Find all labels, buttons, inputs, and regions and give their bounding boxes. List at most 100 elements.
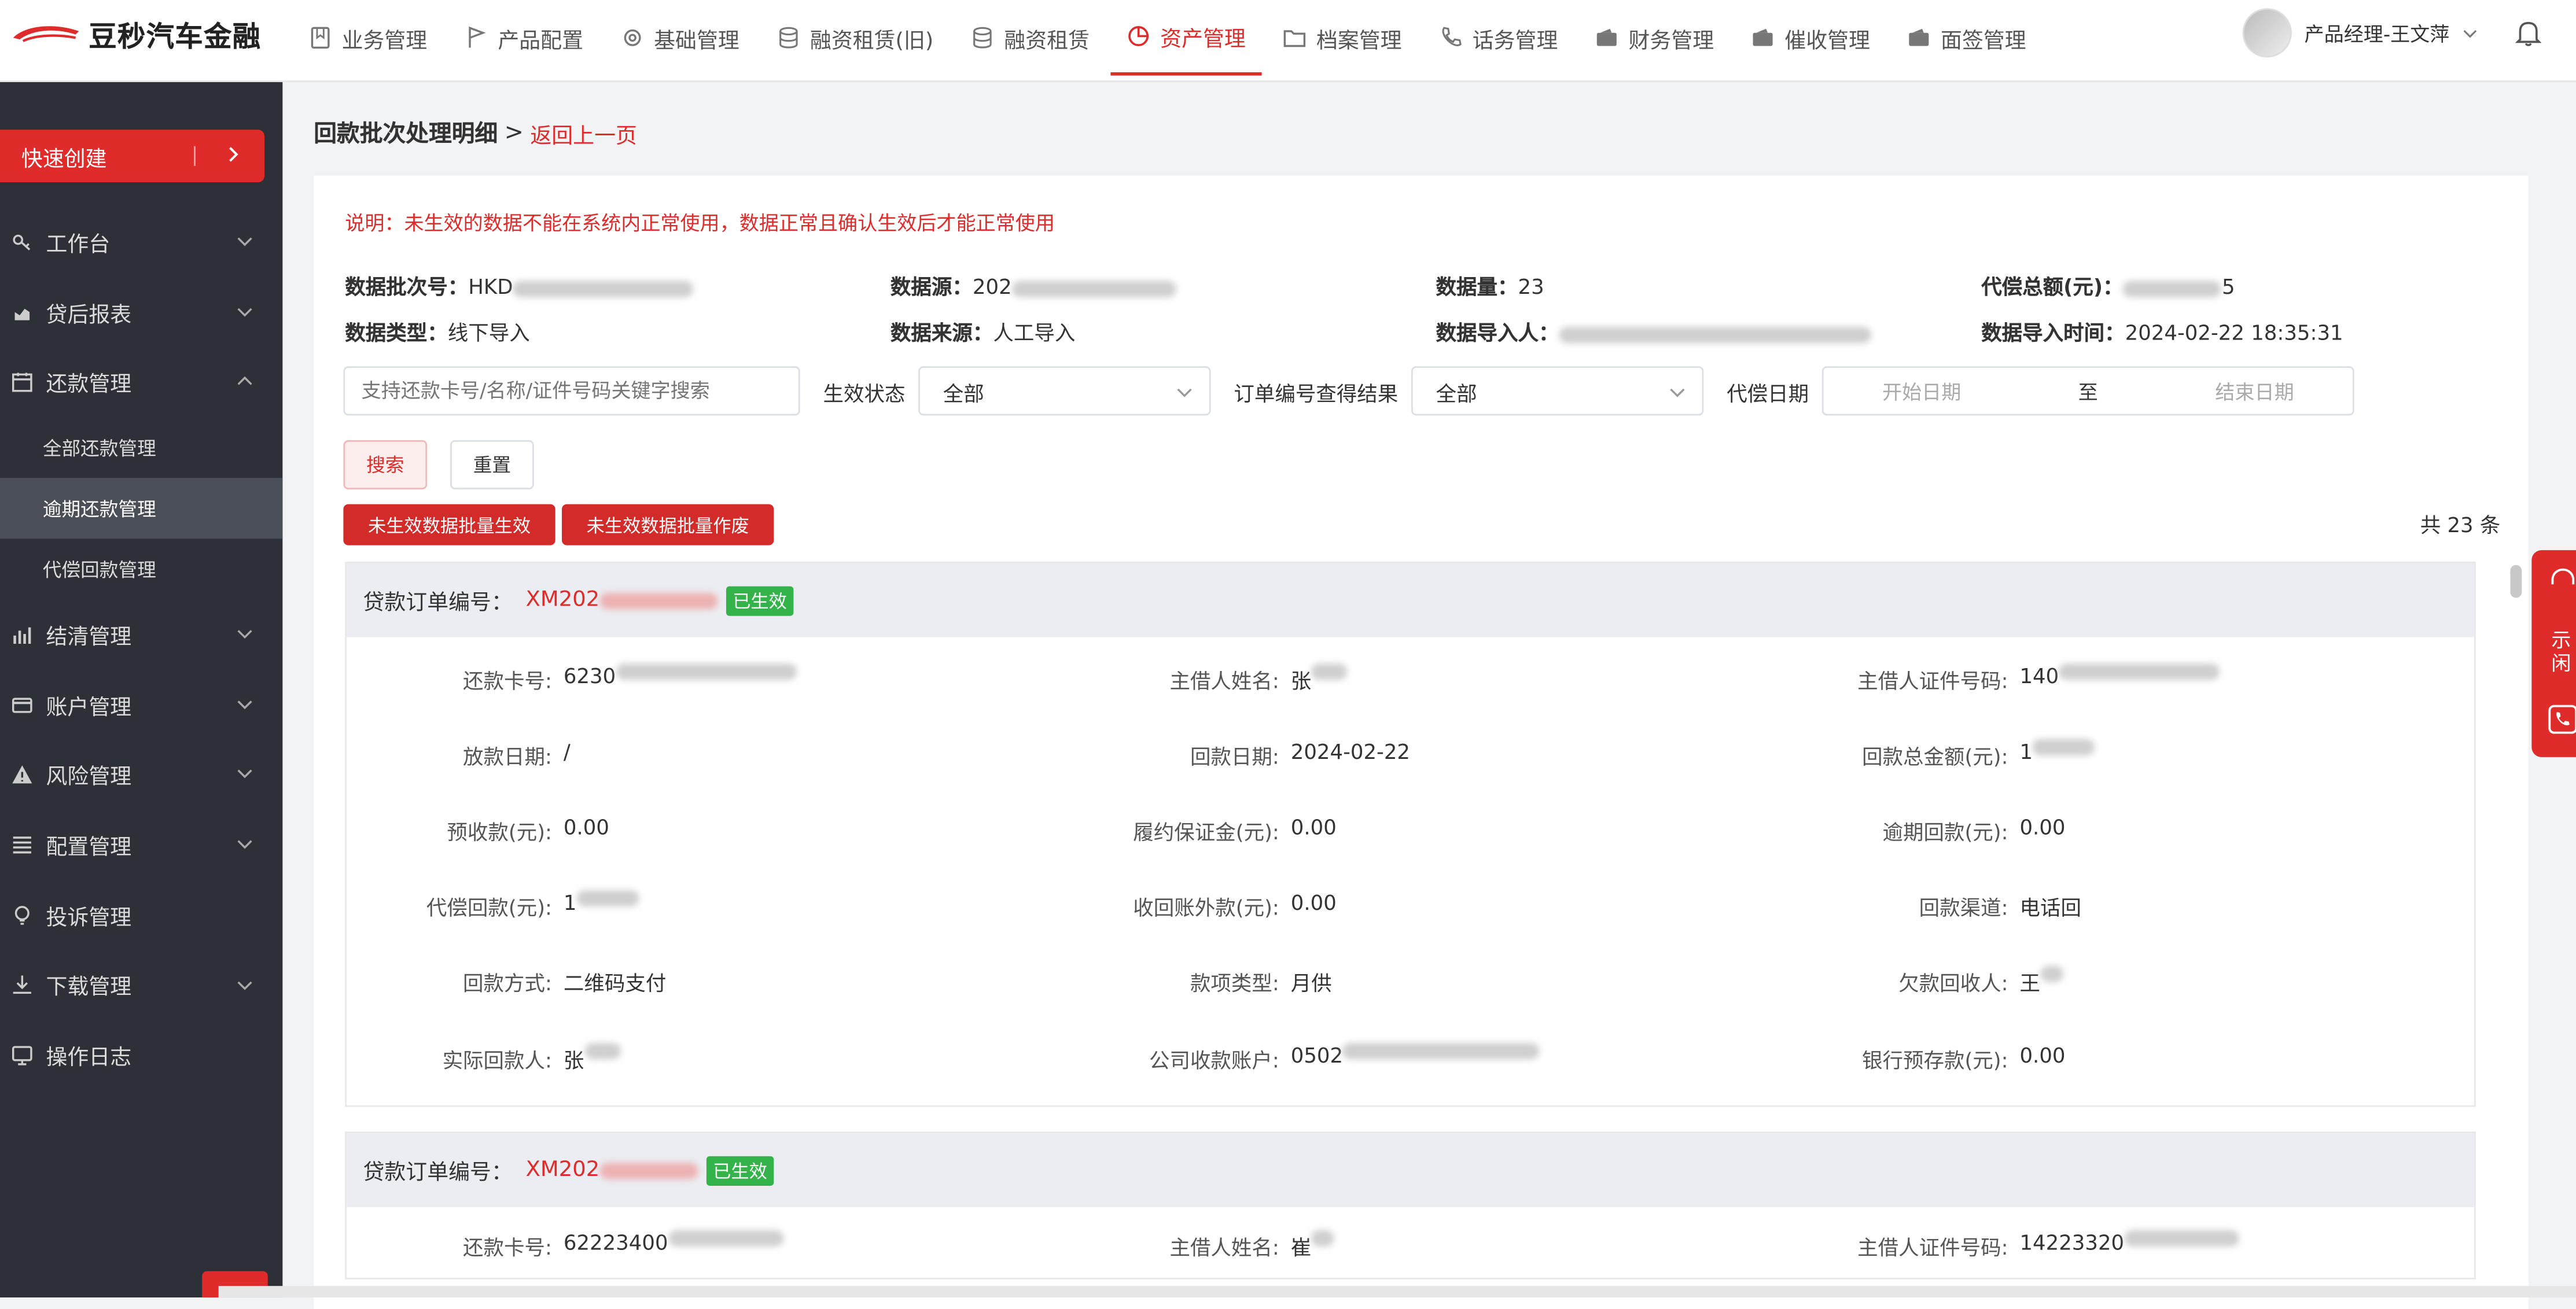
- user-menu[interactable]: 产品经理-王文萍: [2242, 8, 2544, 58]
- field: 还款卡号: 62223400: [347, 1229, 1056, 1260]
- nav-item-product[interactable]: 产品配置: [448, 0, 599, 76]
- field: 主借人证件号码: 140: [1765, 662, 2474, 694]
- chevron-down-icon: [237, 237, 252, 246]
- nav-item-lease-old[interactable]: 融资租赁(旧): [761, 0, 950, 76]
- nav-item-basic[interactable]: 基础管理: [605, 0, 756, 76]
- sidebar-item-operation-log[interactable]: 操作日志: [0, 1020, 282, 1090]
- card-row: 代偿回款(元): 1 收回账外款(元): 0.00 回款渠道: 电话回: [347, 868, 2474, 944]
- sidebar-item-post-loan-report[interactable]: 贷后报表: [0, 277, 282, 347]
- sidebar-item-complaint[interactable]: 投诉管理: [0, 880, 282, 950]
- field: 欠款回收人: 王: [1765, 966, 2474, 997]
- sidebar-subitem-all-repayment[interactable]: 全部还款管理: [0, 417, 282, 478]
- end-date-input[interactable]: 结束日期: [2215, 377, 2294, 405]
- card-header: 贷款订单编号： XM202 已生效: [347, 563, 2474, 637]
- batch-info-row-1: 数据批次号：HKD 数据源：202 数据量：23 代偿总额(元)： 5: [345, 270, 2527, 301]
- nav-menu: 业务管理 产品配置 基础管理 融资租赁(旧) 融资租赁 资产管理 档案管理 话务…: [292, 0, 2047, 82]
- nav-label: 催收管理: [1784, 28, 1870, 54]
- search-input[interactable]: [343, 366, 800, 416]
- sidebar-item-risk[interactable]: 风险管理: [0, 740, 282, 810]
- card-header: 贷款订单编号： XM202 已生效: [347, 1133, 2474, 1207]
- sidebar-item-label: 还款管理: [46, 373, 132, 398]
- nav-label: 业务管理: [341, 28, 428, 54]
- field: 主借人姓名: 崔: [1056, 1229, 1765, 1260]
- field: 主借人姓名: 张: [1056, 662, 1765, 694]
- nav-item-asset[interactable]: 资产管理: [1110, 0, 1263, 76]
- batch-effect-button[interactable]: 未生效数据批量生效: [343, 504, 555, 545]
- start-date-input[interactable]: 开始日期: [1882, 377, 1961, 405]
- scrollbar[interactable]: [2504, 562, 2527, 1268]
- back-link[interactable]: 返回上一页: [530, 117, 637, 149]
- card-row: 放款日期: / 回款日期: 2024-02-22 回款总金额(元): 1: [347, 716, 2474, 792]
- sidebar-item-label: 工作台: [46, 233, 111, 258]
- car-logo-icon: [13, 26, 79, 42]
- repayment-card: 贷款订单编号： XM202 已生效 还款卡号: 62223400 主借人姓名: 崔 …: [345, 1131, 2476, 1279]
- sidebar-item-settlement[interactable]: 结清管理: [0, 600, 282, 670]
- chevron-down-icon: [1670, 388, 1685, 397]
- nav-item-archive[interactable]: 档案管理: [1267, 0, 1418, 76]
- data-count: 数据量：23: [1436, 274, 1544, 299]
- chevron-down-icon: [2463, 29, 2477, 38]
- data-origin: 数据来源：人工导入: [890, 320, 1076, 345]
- calendar-icon: [12, 373, 32, 393]
- sidebar-item-label: 操作日志: [46, 1046, 132, 1071]
- download-icon: [13, 976, 31, 995]
- logo[interactable]: 豆秒汽车金融: [10, 12, 261, 54]
- nav-item-call[interactable]: 话务管理: [1423, 0, 1574, 76]
- nav-label: 话务管理: [1472, 28, 1558, 54]
- data-source: 数据源：202: [890, 270, 1436, 301]
- nav-label: 面签管理: [1941, 28, 2026, 54]
- sidebar-item-label: 风险管理: [46, 765, 132, 791]
- sidebar-subitem-overdue-repayment[interactable]: 逾期还款管理: [0, 478, 283, 539]
- bar-chart-icon: [13, 627, 31, 644]
- order-result-select[interactable]: 全部: [1411, 366, 1704, 416]
- sidebar-item-download[interactable]: 下载管理: [0, 950, 282, 1020]
- field: 履约保证金(元): 0.00: [1133, 814, 1337, 845]
- date-range-picker[interactable]: 开始日期 至 结束日期: [1821, 366, 2354, 416]
- field: 收回账外款(元): 0.00: [1133, 890, 1337, 920]
- nav-item-lease[interactable]: 融资租赁: [955, 0, 1106, 76]
- field: 主借人证件号码: 14223320: [1765, 1229, 2474, 1260]
- app-root: 豆秒汽车金融 业务管理 产品配置 基础管理 融资租赁(旧) 融资租赁 资产管理 …: [0, 0, 2576, 1309]
- status-label: 生效状态: [823, 380, 906, 405]
- quick-create-button[interactable]: 快速创建: [0, 130, 265, 183]
- main-content: 回款批次处理明细 > 返回上一页 说明：未生效的数据不能在系统内正常使用，数据正…: [284, 84, 2576, 1309]
- search-button[interactable]: 搜索: [343, 440, 428, 490]
- avatar[interactable]: [2242, 8, 2291, 58]
- nav-item-collection[interactable]: 催收管理: [1735, 0, 1886, 76]
- order-no[interactable]: XM202: [526, 1158, 600, 1183]
- batch-no: 数据批次号：HKD: [345, 270, 890, 301]
- nav-label: 财务管理: [1628, 28, 1714, 54]
- sidebar-item-workbench[interactable]: 工作台: [0, 207, 282, 277]
- reset-button[interactable]: 重置: [450, 440, 534, 490]
- card-body: 还款卡号: 6230 主借人姓名: 张 主借人证件号码: 140 放款日期: / 回款日…: [347, 637, 2474, 1096]
- sidebar-item-repayment[interactable]: 还款管理: [0, 347, 282, 417]
- bookmark-icon: [311, 27, 330, 49]
- filter-bar: 生效状态 全部 订单编号查得结果 全部 代偿日期 开始日期 至 结束日期: [343, 366, 2354, 416]
- nav-item-business[interactable]: 业务管理: [292, 0, 443, 76]
- status-badge: 已生效: [706, 1155, 774, 1185]
- total-count: 共 23 条: [2420, 512, 2501, 537]
- sidebar-subitem-compensation-repayment[interactable]: 代偿回款管理: [0, 539, 282, 599]
- nav-item-finance[interactable]: 财务管理: [1579, 0, 1730, 76]
- status-select[interactable]: 全部: [918, 366, 1211, 416]
- headset-icon: [2551, 568, 2575, 585]
- order-no-label: 贷款订单编号：: [363, 1161, 513, 1186]
- scrollbar-thumb[interactable]: [2510, 565, 2522, 598]
- batch-void-button[interactable]: 未生效数据批量作废: [562, 504, 774, 545]
- order-no[interactable]: XM202: [526, 588, 600, 613]
- sidebar-item-account[interactable]: 账户管理: [0, 670, 282, 740]
- right-float-widget[interactable]: 示闲: [2531, 550, 2576, 757]
- sidebar-item-config[interactable]: 配置管理: [0, 810, 282, 880]
- nav-item-signing[interactable]: 面签管理: [1891, 0, 2043, 76]
- sidebar-item-label: 贷后报表: [46, 303, 132, 328]
- list-icon: [13, 836, 31, 854]
- card-row: 还款卡号: 62223400 主借人姓名: 崔 主借人证件号码: 14223320: [347, 1207, 2474, 1278]
- top-nav: 豆秒汽车金融 业务管理 产品配置 基础管理 融资租赁(旧) 融资租赁 资产管理 …: [0, 0, 2576, 82]
- phone-icon: [2548, 705, 2576, 734]
- detail-panel: 说明：未生效的数据不能在系统内正常使用，数据正常且确认生效后才能正常使用 数据批…: [314, 175, 2529, 1309]
- chevron-down-icon: [237, 840, 252, 849]
- card-icon: [12, 697, 32, 713]
- bell-icon[interactable]: [2514, 18, 2543, 47]
- field: 代偿回款(元): 1: [347, 890, 1056, 921]
- bottom-status-bar: [218, 1286, 2576, 1298]
